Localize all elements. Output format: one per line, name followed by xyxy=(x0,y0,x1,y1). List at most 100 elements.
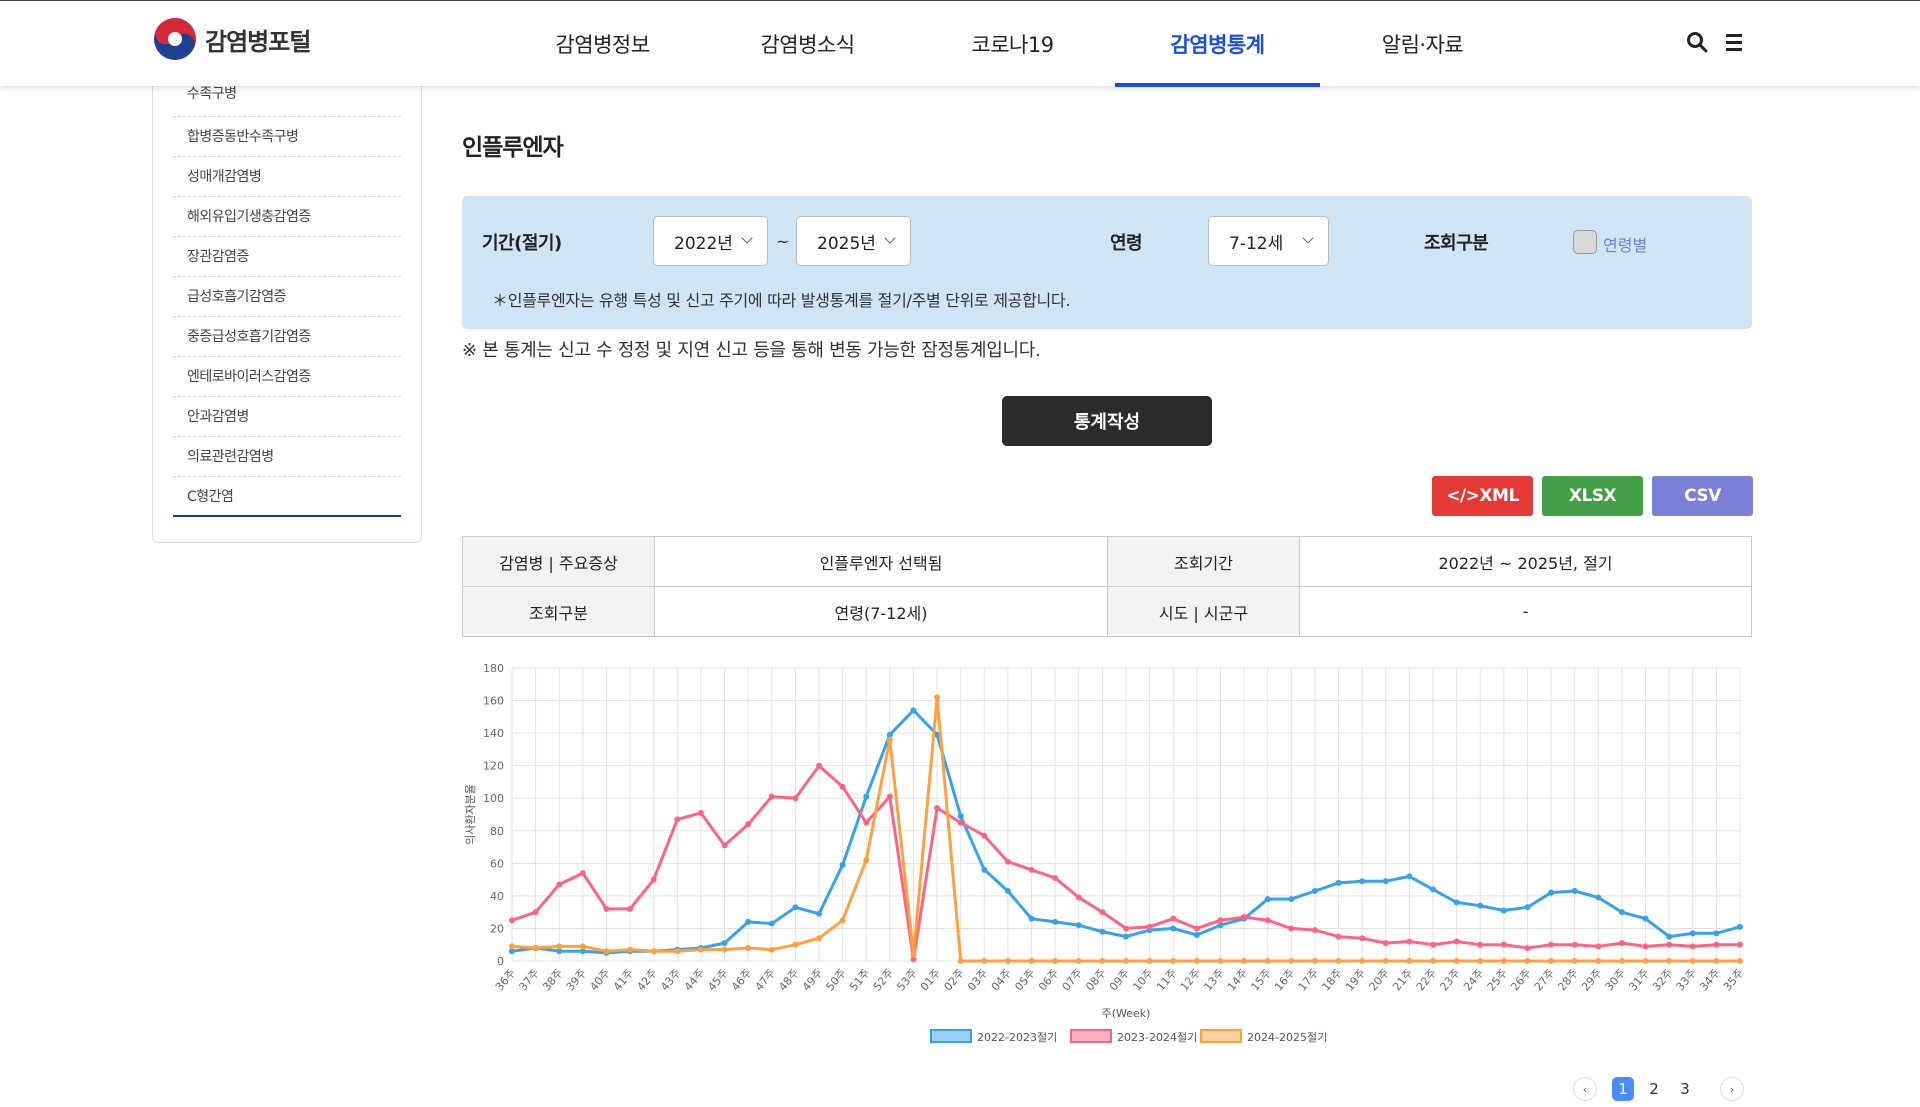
start-year-value: 2022년 xyxy=(674,233,733,254)
by-age-checkbox-label[interactable]: 연령별 xyxy=(1603,232,1647,256)
search-icon[interactable] xyxy=(1686,31,1708,53)
data-point xyxy=(1311,927,1318,934)
data-point xyxy=(1193,931,1200,938)
page-1-button[interactable]: 1 xyxy=(1612,1077,1634,1101)
x-tick-label: 37주 xyxy=(516,967,541,994)
start-year-select[interactable]: 2022년 xyxy=(653,216,768,266)
x-tick-label: 13주 xyxy=(1201,967,1226,994)
x-tick-label: 38주 xyxy=(540,967,565,994)
make-stats-button[interactable]: 통계작성 xyxy=(1002,396,1212,446)
sidebar-item-enteric[interactable]: 장관감염증 xyxy=(173,237,401,277)
x-tick-label: 14주 xyxy=(1225,967,1250,994)
data-point xyxy=(1028,866,1035,873)
data-point xyxy=(1028,958,1035,964)
data-point xyxy=(1595,943,1602,950)
data-point xyxy=(886,736,893,743)
data-point xyxy=(1524,944,1531,951)
nav-disease-stats[interactable]: 감염병통계 xyxy=(1115,1,1320,87)
x-tick-label: 41주 xyxy=(611,967,636,994)
data-point xyxy=(1713,958,1720,964)
data-point xyxy=(1075,922,1082,929)
data-point xyxy=(1028,915,1035,922)
x-tick-label: 49주 xyxy=(800,967,825,994)
data-point xyxy=(556,943,563,950)
sidebar-item-hfmd[interactable]: 수족구병 xyxy=(173,86,401,117)
nav-covid19[interactable]: 코로나19 xyxy=(910,1,1115,87)
sidebar-item-hepatitis-c[interactable]: C형간염 xyxy=(173,477,401,517)
y-tick-label: 0 xyxy=(497,955,504,968)
data-point xyxy=(1052,958,1059,964)
x-tick-label: 32주 xyxy=(1650,967,1675,994)
age-label: 연령 xyxy=(1110,233,1143,254)
data-point xyxy=(1382,940,1389,947)
by-age-checkbox[interactable] xyxy=(1573,230,1597,254)
nav-disease-info[interactable]: 감염병정보 xyxy=(500,1,705,87)
data-point xyxy=(1477,902,1484,909)
data-point xyxy=(745,821,752,828)
data-point xyxy=(816,910,822,917)
data-point xyxy=(1737,941,1743,948)
x-tick-label: 30주 xyxy=(1603,967,1628,994)
nav-notice-materials[interactable]: 알림·자료 xyxy=(1320,1,1525,87)
data-point xyxy=(981,866,988,873)
sidebar-item-ari[interactable]: 급성호흡기감염증 xyxy=(173,277,401,317)
data-point xyxy=(957,813,964,820)
filter-note: ＊인플루엔자는 유행 특성 및 신고 주기에 따라 발생통계를 절기/주별 단위… xyxy=(492,291,1071,310)
data-point xyxy=(934,804,941,811)
data-point xyxy=(650,948,657,955)
x-tick-label: 29주 xyxy=(1579,967,1604,994)
data-point xyxy=(1713,941,1720,948)
menu-icon[interactable] xyxy=(1724,31,1746,53)
x-tick-label: 48주 xyxy=(776,967,801,994)
x-tick-label: 22주 xyxy=(1414,967,1439,994)
data-point xyxy=(1311,888,1318,895)
legend-swatch xyxy=(930,1029,972,1043)
data-point xyxy=(1004,888,1011,895)
y-axis-label: 의사환자분율 xyxy=(464,784,477,845)
data-point xyxy=(1288,896,1295,903)
x-tick-label: 10주 xyxy=(1130,967,1155,994)
data-point xyxy=(509,917,515,924)
x-tick-label: 39주 xyxy=(564,967,589,994)
sidebar-item-eye[interactable]: 안과감염병 xyxy=(173,397,401,437)
sidebar-item-hfmd-complicated[interactable]: 합병증동반수족구병 xyxy=(173,117,401,157)
table-cell: 연령(7-12세) xyxy=(654,586,1108,637)
x-tick-label: 02주 xyxy=(942,967,967,994)
sidebar-item-sti[interactable]: 성매개감염병 xyxy=(173,157,401,197)
table-header-cell: 조회구분 xyxy=(462,586,655,637)
data-point xyxy=(721,946,728,953)
site-logo[interactable]: 감염병포털 xyxy=(153,17,311,61)
x-tick-label: 03주 xyxy=(965,967,990,994)
page-2-button[interactable]: 2 xyxy=(1643,1077,1665,1101)
page-3-button[interactable]: 3 xyxy=(1674,1077,1696,1101)
data-point xyxy=(1571,958,1578,964)
csv-download-button[interactable]: CSV xyxy=(1652,476,1753,516)
data-point xyxy=(1737,958,1743,964)
sidebar-item-healthcare[interactable]: 의료관련감염병 xyxy=(173,437,401,477)
sidebar-item-enterovirus[interactable]: 엔테로바이러스감염증 xyxy=(173,357,401,397)
next-page-button[interactable]: › xyxy=(1720,1077,1744,1101)
x-tick-label: 26주 xyxy=(1508,967,1533,994)
nav-disease-news[interactable]: 감염병소식 xyxy=(705,1,910,87)
sidebar-item-sari[interactable]: 중증급성호흡기감염증 xyxy=(173,317,401,357)
header-icons xyxy=(1686,31,1746,53)
query-type-label: 조회구분 xyxy=(1424,233,1489,254)
end-year-select[interactable]: 2025년 xyxy=(796,216,911,266)
y-tick-label: 160 xyxy=(483,695,504,708)
xml-download-button[interactable]: </>XML xyxy=(1432,476,1533,516)
prev-page-button[interactable]: ‹ xyxy=(1573,1077,1597,1101)
data-point xyxy=(1075,894,1082,901)
xlsx-download-button[interactable]: XLSX xyxy=(1542,476,1643,516)
data-point xyxy=(1170,958,1177,964)
age-select[interactable]: 7-12세 xyxy=(1208,216,1329,266)
sidebar-item-imported-parasite[interactable]: 해외유입기생충감염증 xyxy=(173,197,401,237)
data-point xyxy=(1099,909,1106,916)
x-tick-label: 28주 xyxy=(1556,967,1581,994)
legend-label: 2023-2024절기 xyxy=(1117,1031,1197,1044)
influenza-line-chart: 02040608010012014016018036주37주38주39주40주4… xyxy=(464,662,1746,1044)
data-point xyxy=(697,946,704,953)
data-point xyxy=(1264,896,1271,903)
range-tilde: ~ xyxy=(776,232,790,251)
data-point xyxy=(1382,958,1389,964)
data-point xyxy=(1571,888,1578,895)
